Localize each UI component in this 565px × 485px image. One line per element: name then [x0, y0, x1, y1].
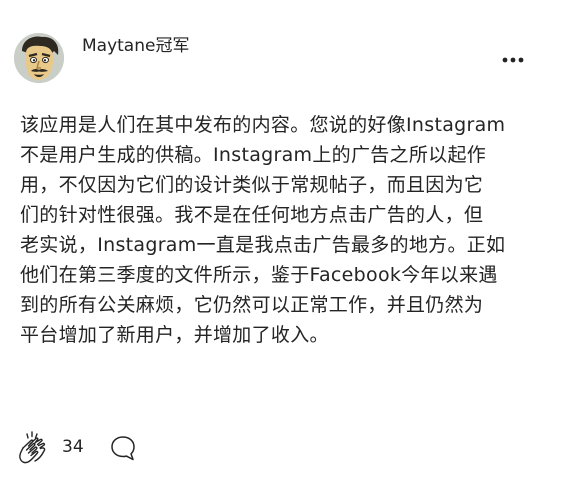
comment-button[interactable] [108, 433, 138, 463]
clap-button[interactable] [16, 430, 52, 466]
response-header: Maytane冠军 [0, 0, 565, 100]
clap-count: 34 [62, 437, 84, 457]
author-name[interactable]: Maytane冠军 [82, 35, 189, 57]
more-options-button[interactable] [498, 50, 528, 70]
comment-icon [111, 436, 135, 461]
cartoon-face-avatar-icon [14, 33, 64, 83]
avatar[interactable] [14, 33, 64, 83]
response-footer: 34 [0, 420, 565, 475]
more-horizontal-icon [502, 57, 524, 63]
response-text: 该应用是人们在其中发布的内容。您说的好像Instagram 不是用户生成的供稿。… [20, 114, 506, 346]
clap-icon [19, 431, 46, 464]
